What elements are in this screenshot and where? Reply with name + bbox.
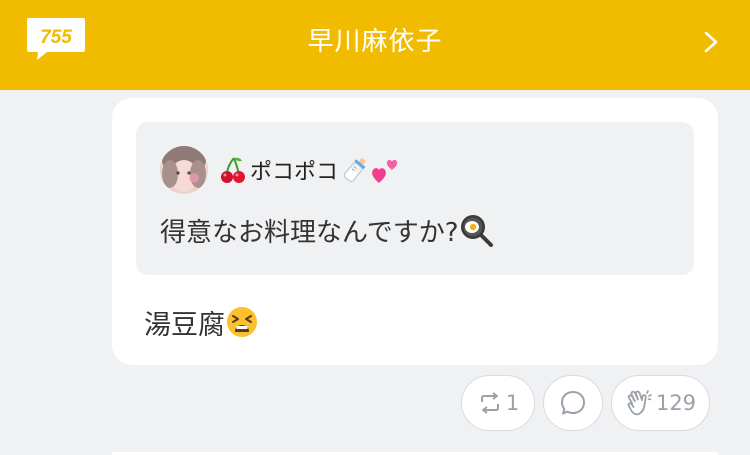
quote-username[interactable]: ポコポコ [218,152,400,188]
tired-face-emoji [227,307,257,337]
avatar[interactable] [160,146,208,194]
quote-text-content: 得意なお料理なんですか? [160,217,459,248]
page-title: 早川麻依子 [307,27,443,57]
frying-pan-egg-emoji [460,215,493,247]
quote-username-text: ポコポコ [250,160,339,185]
post-card: ポコポコ 得意なお料理なんですか? 湯豆腐 [112,98,718,365]
baby-bottle-emoji [343,158,366,183]
chevron-right-icon[interactable] [700,30,722,54]
quote-text: 得意なお料理なんですか? [160,210,493,250]
cherry-emoji [221,157,245,183]
clap-count: 129 [655,391,697,415]
retweet-icon [480,392,499,414]
clap-icon [627,390,652,416]
quoted-comment[interactable]: ポコポコ 得意なお料理なんですか? [136,122,694,275]
comment-icon [561,391,585,415]
post-text-content: 湯豆腐 [144,309,225,341]
retweet-button[interactable]: 1 [461,375,535,431]
app-header: 755 早川麻依子 [0,0,750,90]
comment-button[interactable] [543,375,603,431]
retweet-count: 1 [505,391,520,415]
post-text: 湯豆腐 [144,302,259,342]
clap-button[interactable]: 129 [611,375,710,431]
two-hearts-emoji [372,159,398,183]
